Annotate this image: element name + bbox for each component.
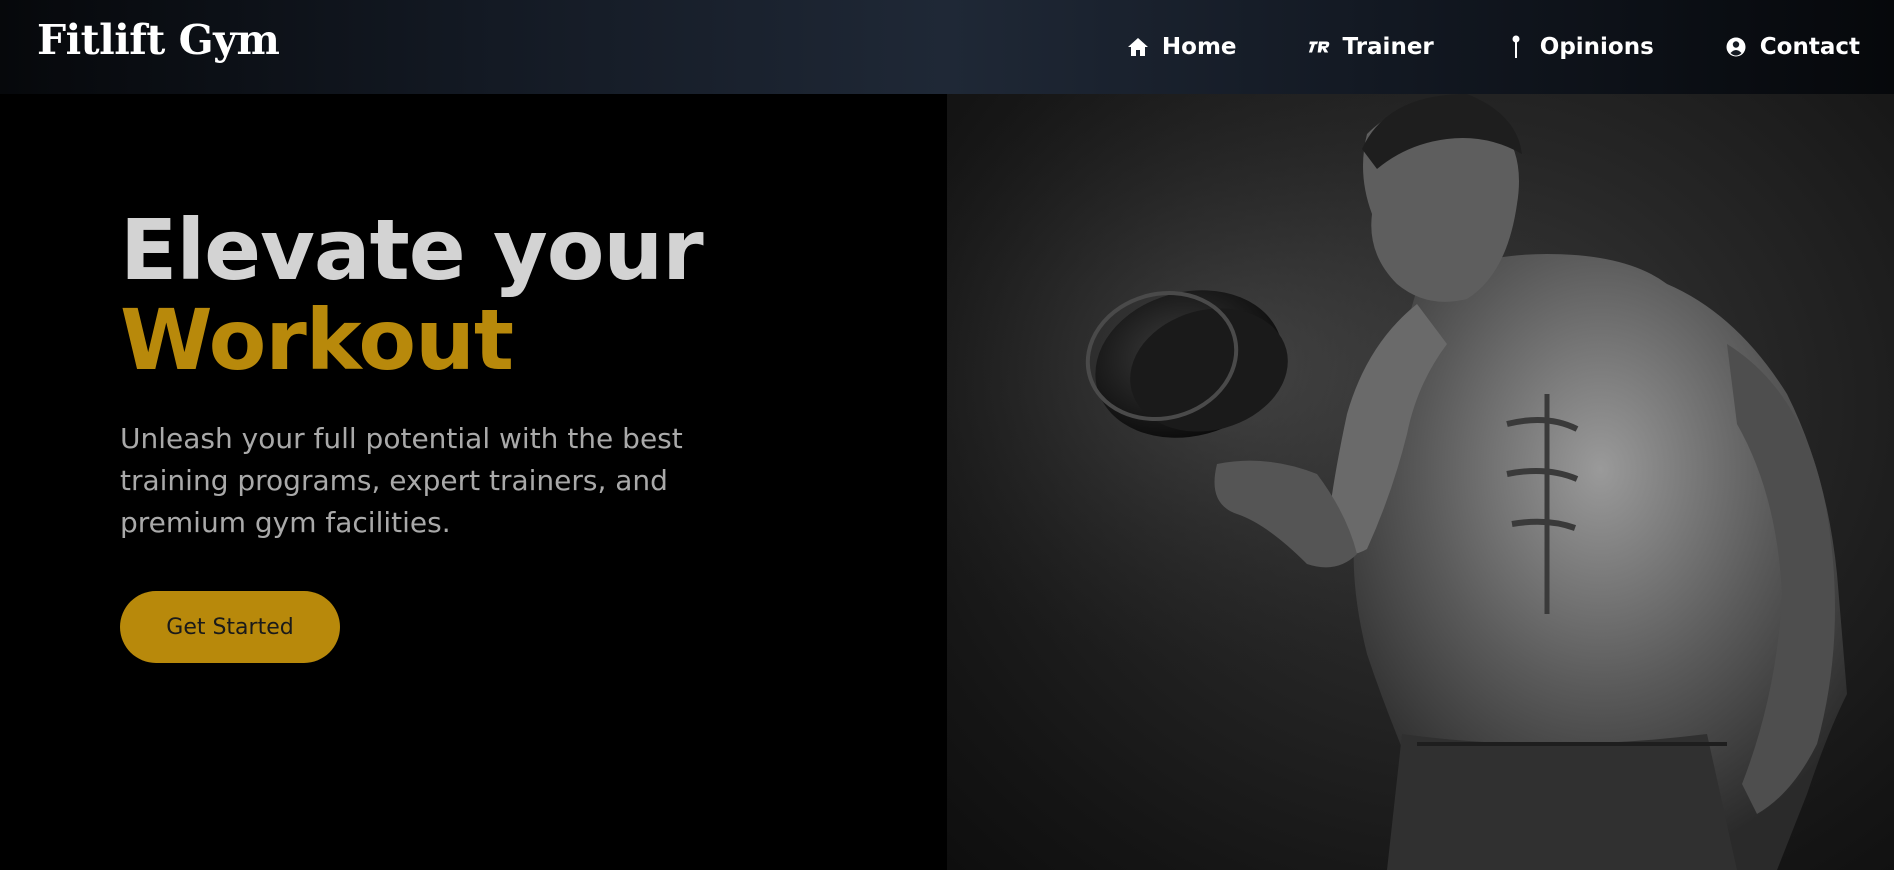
bodybuilder-photo <box>947 94 1894 870</box>
hero-headline: Elevate your Workout <box>120 201 704 389</box>
nav-item-label: Home <box>1161 34 1237 60</box>
pin-icon <box>1504 35 1528 59</box>
brand-logo[interactable]: Fitlift Gym <box>37 16 280 64</box>
nav-item-label: Trainer <box>1342 34 1434 60</box>
main-nav: Home Trainer Opinions Contact <box>1126 0 1860 94</box>
top-navbar: Fitlift Gym Home Trainer Opinions Contac… <box>0 0 1894 94</box>
hero-image <box>947 94 1894 870</box>
user-circle-icon <box>1724 35 1748 59</box>
home-icon <box>1126 35 1150 59</box>
headline-line-1: Elevate your <box>120 201 704 299</box>
trainer-icon <box>1307 35 1331 59</box>
nav-item-trainer[interactable]: Trainer <box>1307 34 1434 60</box>
headline-accent-word: Workout <box>120 291 514 389</box>
hero-subtitle: Unleash your full potential with the bes… <box>120 422 683 539</box>
page-bottom-edge <box>0 870 1894 888</box>
nav-item-home[interactable]: Home <box>1126 34 1237 60</box>
get-started-button[interactable]: Get Started <box>120 591 340 663</box>
nav-item-label: Contact <box>1759 34 1860 60</box>
nav-item-opinions[interactable]: Opinions <box>1504 34 1654 60</box>
nav-item-label: Opinions <box>1539 34 1654 60</box>
nav-item-contact[interactable]: Contact <box>1724 34 1860 60</box>
